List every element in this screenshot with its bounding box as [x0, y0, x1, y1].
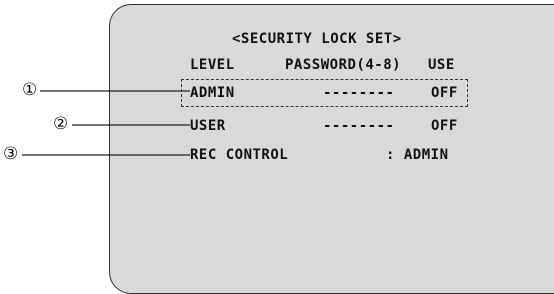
header-use: USE: [428, 57, 455, 73]
callout-2: ②: [53, 114, 69, 134]
row-admin-password[interactable]: --------: [323, 85, 394, 101]
callout-1: ①: [22, 80, 38, 100]
row-admin-level[interactable]: ADMIN: [190, 85, 235, 101]
row-user-use[interactable]: OFF: [431, 118, 458, 134]
rec-control-value[interactable]: : ADMIN: [386, 147, 449, 163]
row-user-password[interactable]: --------: [323, 118, 394, 134]
callout-3: ③: [3, 144, 19, 164]
osd-screen: [109, 4, 554, 294]
header-level: LEVEL: [190, 57, 235, 73]
header-password: PASSWORD(4-8): [285, 57, 402, 73]
row-admin-use[interactable]: OFF: [431, 85, 458, 101]
row-user-level[interactable]: USER: [190, 118, 226, 134]
menu-title: <SECURITY LOCK SET>: [232, 31, 402, 47]
rec-control-label[interactable]: REC CONTROL: [190, 147, 288, 163]
